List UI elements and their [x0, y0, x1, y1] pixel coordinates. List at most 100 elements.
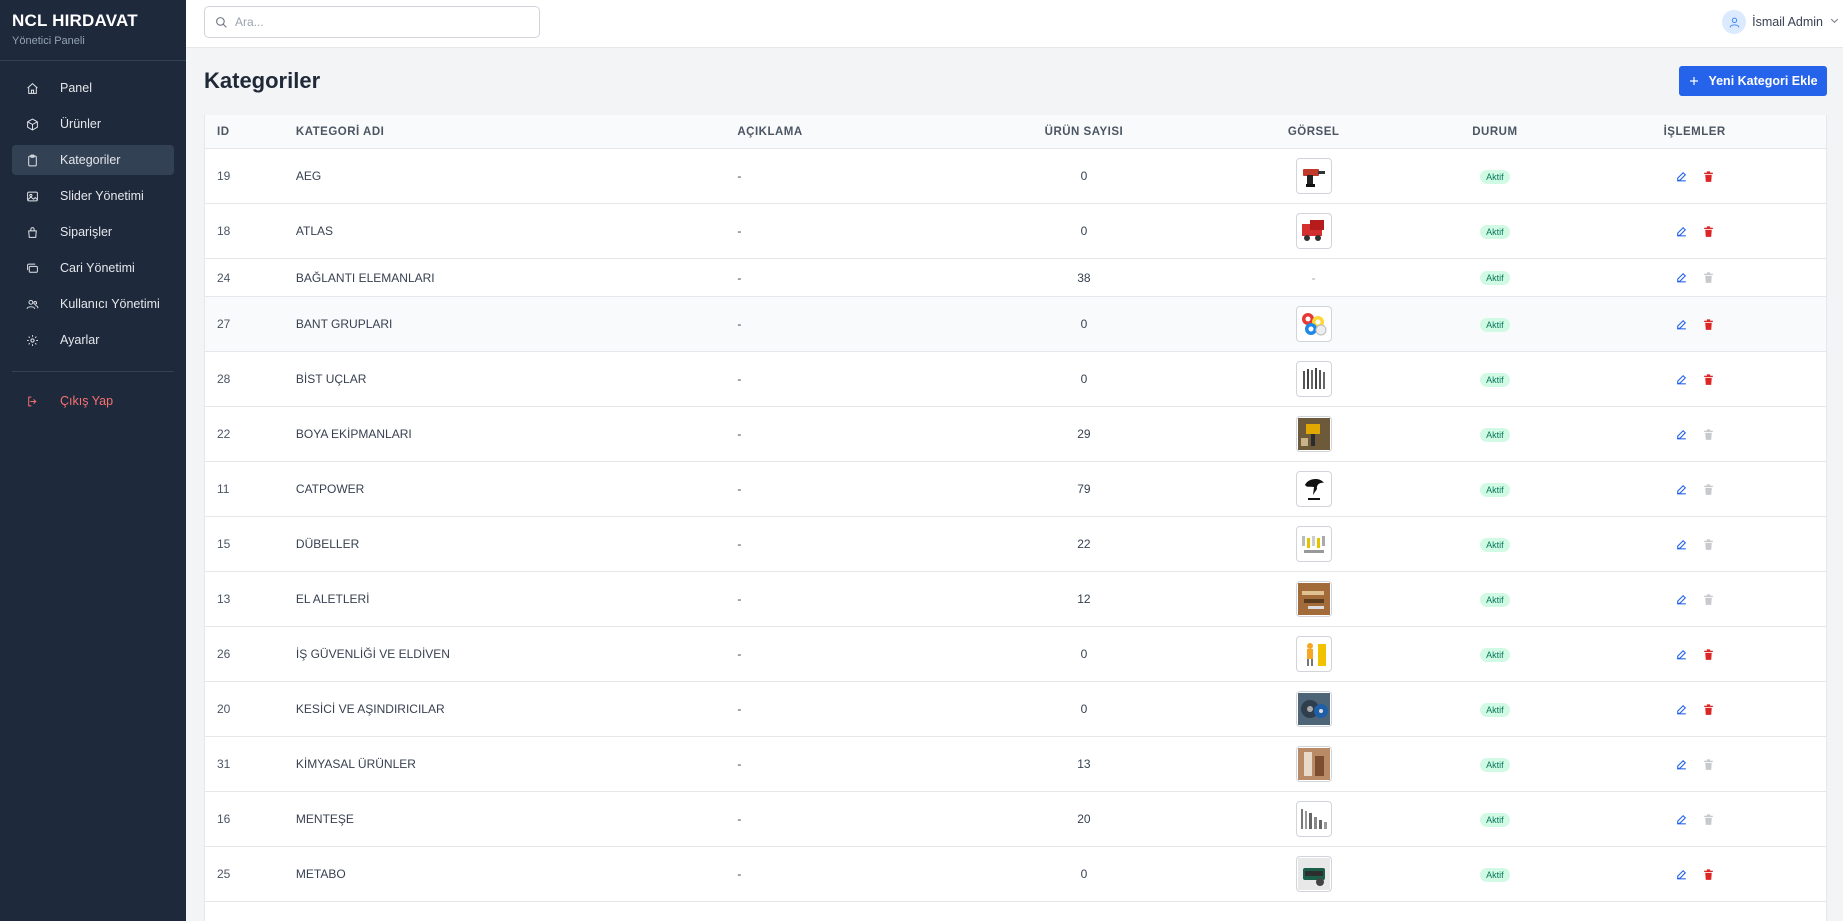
users-icon [25, 297, 39, 311]
cell-actions [1563, 427, 1826, 441]
no-image-placeholder: - [1311, 270, 1316, 285]
user-menu[interactable]: İsmail Admin [1722, 10, 1840, 34]
sidebar-divider [12, 371, 174, 372]
edit-icon[interactable] [1674, 271, 1688, 285]
sidebar-item-categories[interactable]: Kategoriler [12, 145, 174, 175]
table-row: 28 BİST UÇLAR - 0 Aktif [205, 352, 1826, 407]
add-category-button[interactable]: Yeni Kategori Ekle [1679, 66, 1827, 96]
cell-image [1201, 361, 1427, 397]
delete-icon[interactable] [1701, 169, 1715, 183]
table-row: 31 KİMYASAL ÜRÜNLER - 13 Aktif [205, 737, 1826, 792]
cell-actions [1563, 482, 1826, 496]
status-badge: Aktif [1480, 224, 1510, 239]
edit-icon[interactable] [1674, 372, 1688, 386]
cell-actions [1563, 317, 1826, 331]
cell-count: 29 [1077, 427, 1091, 441]
edit-icon[interactable] [1674, 317, 1688, 331]
cell-image [1201, 471, 1427, 507]
edit-icon[interactable] [1674, 482, 1688, 496]
sidebar-item-label: Cari Yönetimi [60, 261, 135, 275]
delete-icon[interactable] [1701, 224, 1715, 238]
cell-status: Aktif [1427, 647, 1564, 662]
sidebar-item-products[interactable]: Ürünler [12, 109, 174, 139]
edit-icon[interactable] [1674, 427, 1688, 441]
status-badge: Aktif [1480, 537, 1510, 552]
cell-status: Aktif [1427, 482, 1564, 497]
cell-name: METABO [295, 867, 346, 881]
cell-id: 11 [217, 482, 230, 496]
table-row: 19 AEG - 0 Aktif [205, 149, 1826, 204]
cell-description: - [737, 482, 742, 496]
status-badge: Aktif [1480, 271, 1510, 285]
cell-count: 12 [1077, 592, 1091, 606]
edit-icon[interactable] [1674, 537, 1688, 551]
bag-icon [25, 225, 39, 239]
brand: NCL HIRDAVAT Yönetici Paneli [0, 0, 186, 61]
delete-icon[interactable] [1701, 372, 1715, 386]
category-thumbnail [1295, 361, 1332, 397]
table-row: 16 MENTEŞE - 20 Aktif [205, 792, 1826, 847]
topbar: İsmail Admin [186, 0, 1843, 48]
delete-icon[interactable] [1701, 867, 1715, 881]
sidebar-item-slider[interactable]: Slider Yönetimi [12, 181, 174, 211]
cell-description: - [737, 224, 742, 238]
search-input[interactable] [235, 7, 535, 37]
cell-actions [1563, 812, 1826, 826]
sidebar-item-label: Kullanıcı Yönetimi [60, 297, 160, 311]
table-body: 19 AEG - 0 Aktif 18 ATLAS - 0 Aktif 24 B… [205, 149, 1826, 902]
cell-image [1201, 526, 1427, 562]
edit-icon[interactable] [1674, 224, 1688, 238]
cell-count: 0 [1080, 224, 1088, 238]
cell-id: 18 [217, 224, 231, 238]
sidebar-item-label: Ayarlar [60, 333, 100, 347]
page-title: Kategoriler [204, 68, 321, 93]
table-row: 27 BANT GRUPLARI - 0 Aktif [205, 297, 1826, 352]
status-badge: Aktif [1480, 757, 1510, 772]
cell-description: - [737, 427, 742, 441]
sidebar-item-label: Ürünler [60, 117, 101, 131]
cell-image [1201, 416, 1427, 452]
sidebar-item-settings[interactable]: Ayarlar [12, 325, 174, 355]
home-icon [25, 81, 39, 95]
cell-image [1201, 746, 1427, 782]
cell-name: BAĞLANTI ELEMANLARI [295, 270, 435, 285]
edit-icon[interactable] [1674, 702, 1688, 716]
status-badge: Aktif [1480, 702, 1510, 717]
sidebar-item-label: Kategoriler [60, 153, 121, 167]
cell-name: DÜBELLER [295, 537, 360, 551]
cell-count: 38 [1077, 270, 1091, 285]
delete-icon[interactable] [1701, 317, 1715, 331]
cell-actions [1563, 224, 1826, 238]
edit-icon[interactable] [1674, 867, 1688, 881]
delete-icon[interactable] [1701, 647, 1715, 661]
edit-icon[interactable] [1674, 592, 1688, 606]
sidebar-item-panel[interactable]: Panel [12, 73, 174, 103]
sidebar-item-accounts[interactable]: Cari Yönetimi [12, 253, 174, 283]
edit-icon[interactable] [1674, 647, 1688, 661]
sidebar-item-orders[interactable]: Siparişler [12, 217, 174, 247]
delete-icon[interactable] [1701, 702, 1715, 716]
edit-icon[interactable] [1674, 757, 1688, 771]
table-row: 24 BAĞLANTI ELEMANLARI - 38 - Aktif [205, 259, 1826, 297]
edit-icon[interactable] [1674, 169, 1688, 183]
cell-description: - [737, 702, 742, 716]
cell-id: 13 [217, 592, 231, 606]
category-thumbnail [1295, 471, 1332, 507]
category-thumbnail [1295, 526, 1332, 562]
cell-image [1201, 801, 1427, 837]
delete-icon [1701, 427, 1715, 441]
edit-icon[interactable] [1674, 812, 1688, 826]
cell-name: MENTEŞE [295, 812, 354, 826]
cell-count: 0 [1080, 169, 1088, 183]
cell-count: 0 [1080, 867, 1088, 881]
category-thumbnail [1295, 856, 1332, 892]
search-box [204, 6, 540, 38]
cell-name: BOYA EKİPMANLARI [295, 427, 412, 441]
status-badge: Aktif [1480, 482, 1510, 497]
cell-actions [1563, 592, 1826, 606]
logout-button[interactable]: Çıkış Yap [12, 386, 174, 416]
box-icon [25, 117, 39, 131]
sidebar-item-users[interactable]: Kullanıcı Yönetimi [12, 289, 174, 319]
cell-count: 0 [1080, 317, 1088, 331]
cell-count: 20 [1077, 812, 1091, 826]
